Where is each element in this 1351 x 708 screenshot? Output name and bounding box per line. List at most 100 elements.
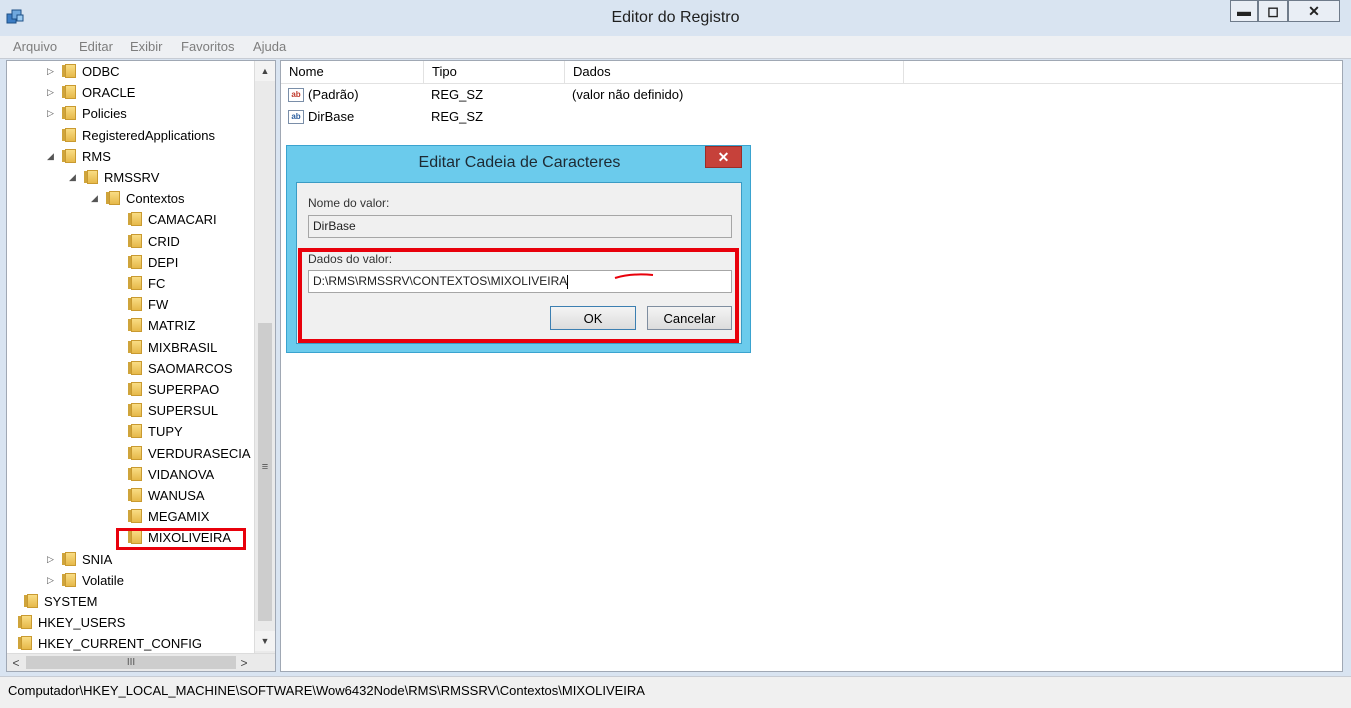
folder-icon: [84, 170, 99, 185]
folder-icon: [128, 509, 143, 524]
scroll-right-icon[interactable]: >: [235, 654, 253, 671]
tree-node[interactable]: HKEY_CURRENT_CONFIG: [7, 633, 202, 654]
tree-node-label: HKEY_CURRENT_CONFIG: [38, 636, 202, 652]
tree-node[interactable]: ◢ RMS: [45, 146, 111, 167]
menu-editar[interactable]: Editar: [79, 39, 113, 54]
folder-icon: [128, 488, 143, 503]
folder-icon: [62, 127, 77, 143]
dialog-close-button[interactable]: ✕: [705, 146, 742, 168]
tree-node-label: SAOMARCOS: [148, 360, 233, 376]
tree-node[interactable]: ▷ SNIA: [45, 549, 112, 570]
folder-icon: [128, 382, 143, 397]
maximize-button[interactable]: ◻: [1258, 0, 1288, 22]
tree-node[interactable]: VIDANOVA: [111, 464, 214, 485]
tree-node-label: RegisteredApplications: [82, 127, 215, 143]
menu-favoritos[interactable]: Favoritos: [181, 39, 234, 54]
registry-tree[interactable]: ▷ ODBC ▷ ORACLE ▷ Policies RegisteredApplicati…: [6, 60, 276, 672]
folder-icon: [62, 551, 77, 567]
horizontal-scroll-thumb[interactable]: III: [26, 656, 236, 669]
scroll-down-icon[interactable]: ▼: [255, 631, 275, 651]
folder-icon: [128, 403, 143, 418]
scroll-left-icon[interactable]: <: [7, 654, 25, 671]
tree-node[interactable]: SUPERPAO: [111, 379, 219, 400]
tree-node[interactable]: TUPY: [111, 421, 183, 442]
folder-icon: [128, 360, 143, 376]
tree-node[interactable]: SUPERSUL: [111, 400, 218, 421]
tree-node[interactable]: CAMACARI: [111, 209, 217, 230]
value-row[interactable]: ab (Padrão) REG_SZ (valor não definido): [281, 84, 981, 106]
tree-node[interactable]: CRID: [111, 231, 180, 252]
tree-node[interactable]: ▷ Policies: [45, 103, 127, 124]
tree-node-label: Volatile: [82, 572, 124, 588]
column-header-nome[interactable]: Nome: [281, 61, 424, 83]
tree-node-label: ORACLE: [82, 85, 136, 101]
tree-node[interactable]: MEGAMIX: [111, 506, 209, 527]
menu-exibir[interactable]: Exibir: [130, 39, 163, 54]
value-data: (valor não definido): [572, 87, 684, 102]
tree-node[interactable]: RegisteredApplications: [45, 125, 215, 146]
tree-node[interactable]: SYSTEM: [7, 591, 97, 612]
tree-node[interactable]: FW: [111, 294, 168, 315]
tree-node[interactable]: ▷ ORACLE: [45, 82, 135, 103]
folder-icon: [128, 276, 143, 291]
tree-node[interactable]: FC: [111, 273, 165, 294]
tree-vertical-scrollbar[interactable]: ▲ ≡ ▼: [254, 61, 275, 653]
collapse-arrow-icon[interactable]: ◢: [45, 151, 56, 162]
scroll-grip-icon: ≡: [261, 461, 269, 473]
tree-node-label: RMS: [82, 148, 111, 164]
tree-node-label: CRID: [148, 233, 180, 249]
scroll-up-icon[interactable]: ▲: [255, 61, 275, 81]
folder-icon: [18, 636, 33, 651]
expand-arrow-icon[interactable]: ▷: [45, 108, 56, 119]
collapse-arrow-icon[interactable]: ◢: [89, 193, 100, 204]
folder-icon: [128, 466, 143, 482]
column-header-dados[interactable]: Dados: [565, 61, 904, 83]
tree-node-label: MATRIZ: [148, 318, 196, 334]
tree-node[interactable]: MATRIZ: [111, 315, 195, 336]
tree-node[interactable]: VERDURASECIA: [111, 443, 251, 464]
value-name: (Padrão): [308, 87, 359, 102]
tree-node[interactable]: DEPI: [111, 252, 178, 273]
folder-icon: [62, 148, 77, 164]
tree-node[interactable]: ▷ ODBC: [45, 61, 120, 82]
menu-arquivo[interactable]: Arquivo: [13, 39, 57, 54]
expand-arrow-icon[interactable]: ▷: [45, 87, 56, 98]
tree-node[interactable]: HKEY_USERS: [7, 612, 126, 633]
collapse-arrow-icon[interactable]: ◢: [67, 172, 78, 183]
menu-ajuda[interactable]: Ajuda: [253, 39, 286, 54]
folder-icon: [128, 318, 143, 333]
expand-arrow-icon[interactable]: ▷: [45, 575, 56, 586]
tree-node-label: DEPI: [148, 254, 179, 270]
minimize-button[interactable]: ▬: [1230, 0, 1258, 22]
folder-icon: [62, 85, 77, 100]
dialog-title: Editar Cadeia de Caracteres: [418, 154, 621, 171]
column-header-tipo[interactable]: Tipo: [424, 61, 565, 83]
tree-node-label: FC: [148, 276, 166, 291]
folder-icon: [128, 233, 143, 249]
value-row[interactable]: ab DirBase REG_SZ: [281, 106, 981, 128]
tree-node[interactable]: ▷ Volatile: [45, 570, 124, 591]
value-name: DirBase: [308, 109, 355, 124]
tree-node-label: WANUSA: [148, 488, 205, 503]
tree-node[interactable]: ◢ RMSSRV: [67, 167, 159, 188]
folder-icon: [128, 254, 143, 270]
tree-node-label: TUPY: [148, 424, 183, 440]
expand-arrow-icon[interactable]: ▷: [45, 554, 56, 565]
tree-node-label: Contextos: [126, 191, 185, 207]
tree-node[interactable]: MIXBRASIL: [111, 337, 217, 358]
expand-arrow-icon[interactable]: ▷: [45, 66, 56, 77]
tree-node[interactable]: SAOMARCOS: [111, 358, 233, 379]
folder-icon: [62, 572, 77, 588]
tree-node-label: VERDURASECIA: [148, 445, 251, 461]
list-header: Nome Tipo Dados: [281, 61, 1342, 84]
tree-node-label: Policies: [82, 106, 127, 122]
value-data-highlight: [298, 248, 739, 343]
folder-icon: [62, 64, 77, 79]
tree-horizontal-scrollbar[interactable]: < III >: [7, 653, 275, 671]
folder-icon: [106, 191, 121, 206]
tree-node-label: HKEY_USERS: [38, 615, 126, 631]
folder-icon: [128, 212, 143, 227]
tree-node[interactable]: WANUSA: [111, 485, 205, 506]
close-window-button[interactable]: ✕: [1288, 0, 1340, 22]
tree-node[interactable]: ◢ Contextos: [89, 188, 185, 209]
